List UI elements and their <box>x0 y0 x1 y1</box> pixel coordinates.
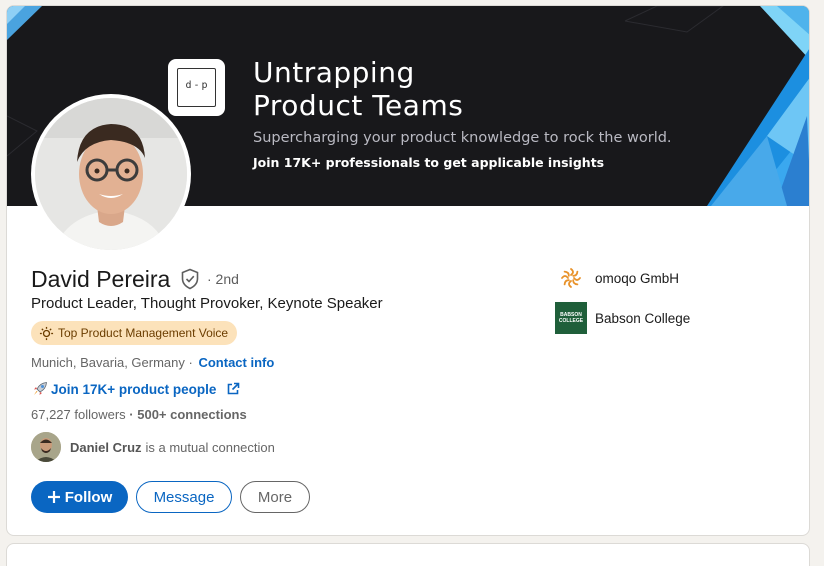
connections-count[interactable]: · 500+ connections <box>129 407 246 422</box>
followers-count[interactable]: 67,227 followers <box>31 407 126 422</box>
next-section-card <box>6 543 810 566</box>
org-current-company[interactable]: omoqo GmbH <box>555 266 679 290</box>
mutual-name: Daniel Cruz <box>70 439 142 455</box>
website-link-label: Join 17K+ product people <box>51 381 217 397</box>
more-button[interactable]: More <box>240 481 310 513</box>
profile-headline: Product Leader, Thought Provoker, Keynot… <box>31 295 383 312</box>
connection-degree: · 2nd <box>207 271 239 287</box>
plus-icon <box>47 491 60 503</box>
profile-card: d-p Untrapping Product Teams Superchargi… <box>6 5 810 536</box>
omoqo-logo-icon <box>555 266 587 290</box>
verified-shield-icon[interactable] <box>180 268 200 290</box>
location-row: Munich, Bavaria, Germany · Contact info <box>31 355 274 370</box>
banner-title: Untrapping Product Teams <box>253 56 464 122</box>
babson-logo: BABSON COLLEGE <box>555 302 587 334</box>
location-text: Munich, Bavaria, Germany · <box>31 355 193 370</box>
org-education-name: Babson College <box>595 310 691 326</box>
banner-logo-text: d-p <box>185 80 210 91</box>
org-current-company-name: omoqo GmbH <box>595 270 680 286</box>
message-button[interactable]: Message <box>136 481 232 513</box>
mutual-text: is a mutual connection <box>145 439 275 455</box>
lightbulb-icon <box>39 326 54 340</box>
follow-label: Follow <box>64 488 113 506</box>
mutual-connection[interactable]: Daniel Cruz is a mutual connection <box>31 432 275 462</box>
profile-avatar[interactable] <box>31 94 191 254</box>
external-link-icon <box>228 382 240 395</box>
contact-info-link[interactable]: Contact info <box>198 355 274 370</box>
profile-name: David Pereira <box>31 266 171 292</box>
follow-button[interactable]: Follow <box>31 481 128 513</box>
rocket-icon <box>34 382 47 395</box>
top-voice-badge[interactable]: Top Product Management Voice <box>31 321 238 345</box>
website-link[interactable]: Join 17K+ product people <box>31 380 240 398</box>
org-education[interactable]: BABSON COLLEGE Babson College <box>555 302 690 334</box>
banner-subtitle: Supercharging your product knowledge to … <box>253 130 672 146</box>
mutual-avatar <box>31 432 61 462</box>
top-voice-label: Top Product Management Voice <box>58 326 229 340</box>
banner-cta: Join 17K+ professionals to get applicabl… <box>253 155 605 170</box>
banner-logo: d-p <box>168 59 225 116</box>
profile-photo <box>35 98 187 250</box>
follower-stats: 67,227 followers · 500+ connections <box>31 407 247 422</box>
